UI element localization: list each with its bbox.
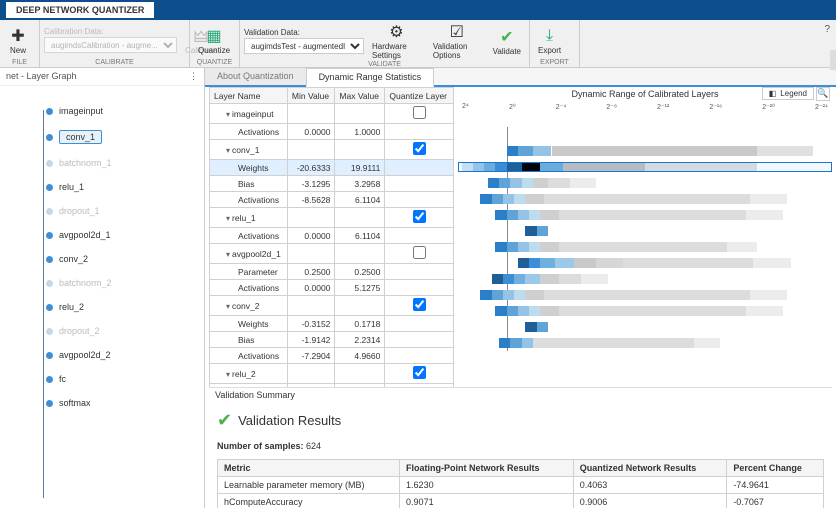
range-table: Layer Name Min Value Max Value Quantize … [209,87,454,387]
col-layer[interactable]: Layer Name [210,88,288,104]
graph-area[interactable]: imageinput conv_1 batchnorm_1 relu_1dropout… [0,86,204,508]
table-row[interactable]: Activations-8.56286.1104 [210,192,454,208]
graph-node-batchnorm_1[interactable]: batchnorm_1 [46,158,198,168]
graph-node-dropout_2[interactable]: dropout_2 [46,326,198,336]
graph-node-conv_1[interactable]: conv_1 [46,130,198,144]
graph-node-relu_2[interactable]: relu_2 [46,302,198,312]
validation-options-button[interactable]: ☑ Validation Options [429,21,485,61]
table-row[interactable]: ▾imageinput [210,104,454,124]
validation-summary-header: Validation Summary [209,387,832,402]
graph-node-avgpool2d_1[interactable]: avgpool2d_1 [46,230,198,240]
col-quantize[interactable]: Quantize Layer [385,88,454,104]
quantize-button[interactable]: ▦ Quantize [194,25,234,56]
table-row[interactable]: Weights-0.31520.1718 [210,316,454,332]
graph-node-avgpool2d_2[interactable]: avgpool2d_2 [46,350,198,360]
legend-button[interactable]: ◧ Legend [762,87,814,100]
chart-bar [458,223,832,239]
calib-data-label: Calibration Data: [44,27,177,36]
quantize-checkbox[interactable] [413,246,426,259]
table-row[interactable]: Activations-7.29044.9660 [210,348,454,364]
graph-node-dropout_1[interactable]: dropout_1 [46,206,198,216]
layer-graph-title: net - Layer Graph [6,71,77,82]
range-chart[interactable]: Dynamic Range of Calibrated Layers ◧ Leg… [458,87,832,387]
hardware-settings-button[interactable]: ⚙ Hardware Settings [368,21,425,61]
validation-table: Metric Floating-Point Network Results Qu… [217,459,824,508]
validation-data-select[interactable]: augimdsTest - augmentedIm... [244,38,364,54]
col-max[interactable]: Max Value [335,88,385,104]
right-pane: About Quantization Dynamic Range Statist… [205,68,836,508]
table-row: hComputeAccuracy0.90710.9006-0.7067 [218,494,824,508]
chart-bar [458,271,832,287]
quantize-checkbox[interactable] [413,106,426,119]
table-row[interactable]: Activations0.00005.1275 [210,280,454,296]
graph-node-fc[interactable]: fc [46,374,198,384]
graph-node-conv_2[interactable]: conv_2 [46,254,198,264]
table-row: Learnable parameter memory (MB)1.62300.4… [218,477,824,494]
table-row[interactable]: ▾relu_1 [210,208,454,228]
table-row[interactable]: Weights-20.633319.9111 [210,160,454,176]
graph-line [43,110,44,498]
chart-bar [458,303,832,319]
val-data-label: Validation Data: [244,28,364,37]
new-icon: ✚ [8,26,28,46]
quantize-checkbox[interactable] [413,210,426,223]
kebab-icon[interactable]: ⋮ [189,71,198,82]
options-icon: ☑ [447,22,467,42]
chart-bar [458,287,832,303]
table-row[interactable]: ▾avgpool2d_1 [210,244,454,264]
zoom-icon[interactable]: 🔍 [816,87,830,101]
gear-icon: ⚙ [386,22,406,42]
chart-bar [458,335,832,351]
chart-bar [458,191,832,207]
quantize-checkbox[interactable] [413,142,426,155]
axis-labels: 2⁴2⁰2⁻⁴2⁻⁸2⁻¹²2⁻¹⁶2⁻²⁰2⁻²⁴ [458,103,832,111]
table-row[interactable]: ▾conv_2 [210,296,454,316]
export-button[interactable]: ⤓ Export [534,25,565,56]
graph-node-imageinput[interactable]: imageinput [46,106,198,116]
table-row[interactable]: Bias-3.12953.2958 [210,176,454,192]
success-icon: ✔ [217,410,232,431]
chart-bar [458,319,832,335]
validation-results: ✔ Validation Results Number of samples: … [209,402,832,508]
graph-node-batchnorm_2[interactable]: batchnorm_2 [46,278,198,288]
collapse-toolstrip[interactable] [830,50,836,70]
toolstrip: ✚ New FILE Calibration Data: augimdsCali… [0,20,836,68]
export-icon: ⤓ [540,26,560,46]
tab-about[interactable]: About Quantization [205,68,306,85]
chart-bar [458,159,832,175]
table-row[interactable]: ▾relu_2 [210,364,454,384]
calibration-data-select[interactable]: augimdsCalibration - augme... [44,37,177,53]
chart-bar [458,239,832,255]
results-title: Validation Results [238,413,341,428]
quantize-checkbox[interactable] [413,366,426,379]
validate-button[interactable]: ✔ Validate [489,26,525,57]
table-row[interactable]: Activations0.00006.1104 [210,228,454,244]
layer-graph-pane: net - Layer Graph ⋮ imageinput conv_1batc… [0,68,205,508]
main: net - Layer Graph ⋮ imageinput conv_1batc… [0,68,836,508]
chart-bar [458,175,832,191]
check-icon: ✔ [497,27,517,47]
tabs: About Quantization Dynamic Range Statist… [205,68,836,87]
quantize-icon: ▦ [204,26,224,46]
table-row[interactable]: Bias-1.91422.2314 [210,332,454,348]
chart-bar [458,255,832,271]
title-bar: DEEP NETWORK QUANTIZER [0,0,836,20]
graph-node-relu_1[interactable]: relu_1 [46,182,198,192]
chart-bar [458,207,832,223]
table-row[interactable]: Activations0.00001.0000 [210,124,454,140]
tab-stats[interactable]: Dynamic Range Statistics [306,68,435,87]
help-icon[interactable]: ? [824,24,830,35]
chart-bar [458,143,832,159]
new-button[interactable]: ✚ New [4,25,32,56]
table-row[interactable]: Parameter0.25000.2500 [210,264,454,280]
title-bar-tab: DEEP NETWORK QUANTIZER [6,2,154,18]
col-min[interactable]: Min Value [287,88,335,104]
graph-node-softmax[interactable]: softmax [46,398,198,408]
table-row[interactable]: ▾conv_1 [210,140,454,160]
quantize-checkbox[interactable] [413,298,426,311]
